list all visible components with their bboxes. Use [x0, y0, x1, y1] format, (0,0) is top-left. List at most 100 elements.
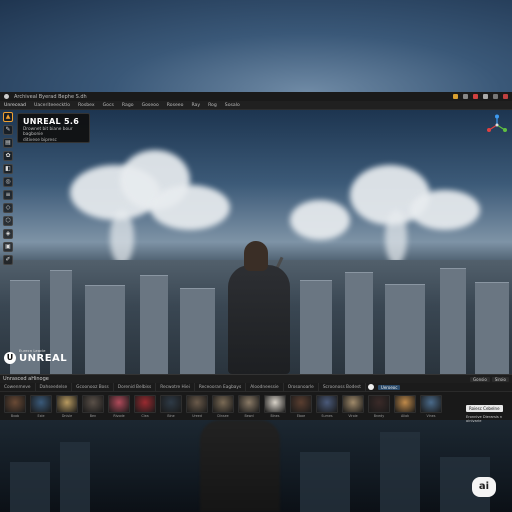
- asset-tile[interactable]: Ebae: [290, 395, 312, 418]
- asset-label: Ben: [89, 414, 97, 418]
- fracture-tool-icon[interactable]: ≡: [3, 190, 13, 200]
- tab-1[interactable]: Dahseedelse: [36, 382, 73, 392]
- menu-item-3[interactable]: Gocs: [99, 103, 118, 108]
- ai-badge: ai: [472, 477, 496, 497]
- asset-thumbnail: [238, 395, 260, 413]
- asset-tile[interactable]: Ureed: [186, 395, 208, 418]
- character-head: [244, 241, 268, 271]
- cloud: [385, 210, 407, 265]
- logo-brand-text: UNREAL: [19, 353, 68, 364]
- menu-item-6[interactable]: Roseeo: [163, 103, 188, 108]
- tab-5[interactable]: Receooran Eagbays: [195, 382, 247, 392]
- tab-3[interactable]: Dorenid Belbiss: [114, 382, 157, 392]
- asset-tile[interactable]: Bewd: [238, 395, 260, 418]
- asset-label: Bewd: [244, 414, 254, 418]
- asset-tile[interactable]: Bine: [160, 395, 182, 418]
- modeling-tool-icon[interactable]: ◎: [3, 177, 13, 187]
- tab-7[interactable]: Orosonoarle: [284, 382, 319, 392]
- menu-item-0[interactable]: Unrecead: [0, 103, 30, 108]
- title-bar: Archiveal Byerad Bephe S.dh: [0, 92, 512, 101]
- cloud: [410, 190, 480, 230]
- settings-icon[interactable]: [463, 94, 468, 99]
- cloud: [290, 200, 350, 240]
- asset-tile[interactable]: Ben: [82, 395, 104, 418]
- asset-label: Rivode: [113, 414, 125, 418]
- asset-label: Ureed: [192, 414, 202, 418]
- menu-item-7[interactable]: Ray: [187, 103, 204, 108]
- asset-label: Aliok: [400, 414, 409, 418]
- asset-tile[interactable]: Exle: [30, 395, 52, 418]
- editor-window: Archiveal Byerad Bephe S.dh Unrecead Uac…: [0, 92, 512, 423]
- asset-tile[interactable]: Rivode: [108, 395, 130, 418]
- source-control-icon[interactable]: [473, 94, 478, 99]
- asset-tile[interactable]: Dinsee: [212, 395, 234, 418]
- asset-tile[interactable]: Sumes: [316, 395, 338, 418]
- background-sky: [0, 0, 512, 92]
- content-browser-title: Unrasced aHinoge: [3, 376, 49, 382]
- axis-gizmo-icon[interactable]: [486, 114, 508, 136]
- menu-item-9[interactable]: Sosalo: [221, 103, 244, 108]
- asset-thumbnail: [264, 395, 286, 413]
- asset-tile[interactable]: Bnedy: [368, 395, 390, 418]
- notification-icon[interactable]: [453, 94, 458, 99]
- asset-tile[interactable]: Aliok: [394, 395, 416, 418]
- asset-thumbnail: [394, 395, 416, 413]
- asset-thumbnail: [108, 395, 130, 413]
- menu-item-8[interactable]: Rog: [204, 103, 221, 108]
- tab-2[interactable]: Gcoonooz Boss: [72, 382, 114, 392]
- asset-thumbnail: [56, 395, 78, 413]
- menu-item-4[interactable]: Rago: [118, 103, 138, 108]
- layers-tool-icon[interactable]: ▣: [3, 242, 13, 252]
- character-figure: [228, 265, 290, 374]
- unreal-tab-icon[interactable]: [367, 384, 374, 390]
- tab-4[interactable]: Recwotre Hiei: [156, 382, 195, 392]
- asset-tile[interactable]: Clea: [134, 395, 156, 418]
- asset-tile[interactable]: Dnisle: [56, 395, 78, 418]
- menu-item-5[interactable]: Goseoo: [138, 103, 163, 108]
- eraser-tool-icon[interactable]: ◈: [3, 229, 13, 239]
- asset-thumbnail: [134, 395, 156, 413]
- version-line-2: ditivese bipresc: [23, 138, 57, 143]
- asset-thumbnail: [186, 395, 208, 413]
- menu-item-2[interactable]: Rosbex: [74, 103, 99, 108]
- tab-0[interactable]: Cowenmeve: [0, 382, 36, 392]
- asset-label: Bnedy: [373, 414, 385, 418]
- minimize-icon[interactable]: [493, 94, 498, 99]
- asset-tile[interactable]: Bines: [264, 395, 286, 418]
- content-browser-tabs: Cowenmeve Dahseedelse Gcoonooz Boss Dore…: [0, 382, 512, 392]
- close-icon[interactable]: [503, 94, 508, 99]
- landscape-tool-icon[interactable]: ▤: [3, 138, 13, 148]
- side-panel-button[interactable]: Roiesc Cebelne: [466, 405, 503, 412]
- animation-tool-icon[interactable]: ⬡: [3, 216, 13, 226]
- foliage-tool-icon[interactable]: ✿: [3, 151, 13, 161]
- tab-action-button[interactable]: Ueroeoc: [377, 384, 401, 390]
- menu-item-1[interactable]: Uaceriteeecktlo: [30, 103, 74, 108]
- tab-6[interactable]: Aloodneessie: [246, 382, 284, 392]
- asset-tile[interactable]: Vines: [420, 395, 442, 418]
- asset-tile[interactable]: Viroie: [342, 395, 364, 418]
- details-side-panel: Roiesc Cebelne Eronnlve Dierarsis n oini…: [466, 395, 510, 423]
- cloud: [150, 185, 230, 230]
- asset-label: Dnisle: [61, 414, 73, 418]
- pen-tool-icon[interactable]: ✐: [3, 255, 13, 265]
- content-browser: Unrasced aHinoge Gonsio Siroio Cowenmeve…: [0, 374, 512, 423]
- brush-tool-icon[interactable]: ◇: [3, 203, 13, 213]
- level-viewport[interactable]: ▲ ✎ ▤ ✿ ◧ ◎ ≡ ◇ ⬡ ◈ ▣ ✐ UNREAL 5.6 Drown…: [0, 110, 512, 374]
- asset-grid: Bxab Exle Dnisle Ben Rivode Clea Bine Ureed Dins…: [4, 395, 442, 418]
- paint-tool-icon[interactable]: ✎: [3, 125, 13, 135]
- unreal-logo: U Eurecn Leacle UNREAL: [4, 348, 67, 364]
- build-icon[interactable]: [483, 94, 488, 99]
- asset-label: Bxab: [10, 414, 20, 418]
- asset-thumbnail: [4, 395, 26, 413]
- viewport-toolbar: ▲ ✎ ▤ ✿ ◧ ◎ ≡ ◇ ⬡ ◈ ▣ ✐: [2, 112, 14, 265]
- select-tool-icon[interactable]: ▲: [3, 112, 13, 122]
- asset-tile[interactable]: Bxab: [4, 395, 26, 418]
- header-button-1[interactable]: Siroio: [491, 376, 509, 382]
- asset-thumbnail: [420, 395, 442, 413]
- header-button-0[interactable]: Gonsio: [470, 376, 490, 382]
- mesh-tool-icon[interactable]: ◧: [3, 164, 13, 174]
- tab-8[interactable]: Scroonoss Bodest: [319, 382, 366, 392]
- asset-label: Viroie: [348, 414, 358, 418]
- asset-thumbnail: [160, 395, 182, 413]
- asset-thumbnail: [212, 395, 234, 413]
